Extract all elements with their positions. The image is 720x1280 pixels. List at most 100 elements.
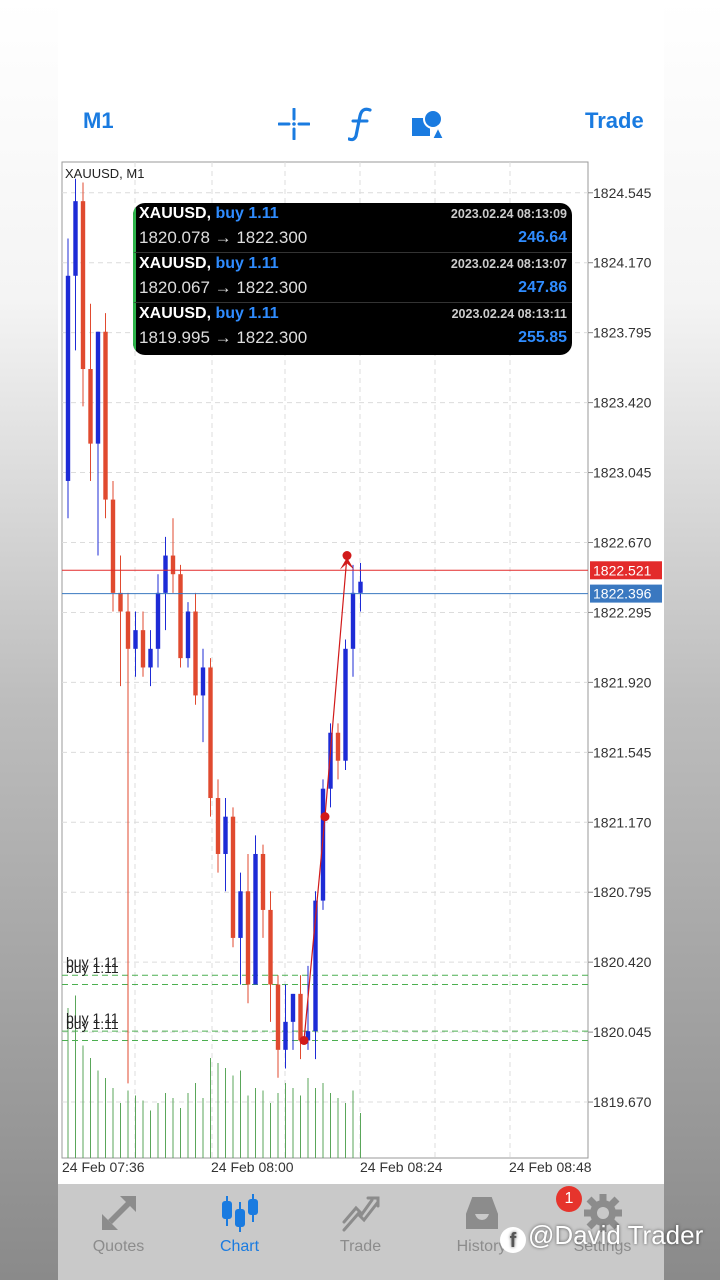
- position-prices: 1819.995 → 1822.300: [139, 328, 308, 347]
- symbol-label: XAUUSD, M1: [65, 166, 144, 181]
- candle-body: [283, 1021, 288, 1050]
- candle-body: [215, 798, 221, 854]
- quotes-icon: [102, 1196, 136, 1230]
- candle-body: [245, 891, 251, 985]
- watermark-text: @David Trader: [528, 1220, 704, 1250]
- price-axis-label: 1820.045: [593, 1024, 652, 1040]
- candle-body: [133, 630, 138, 649]
- tab-label-trade: Trade: [339, 1238, 382, 1255]
- price-axis-label: 1820.420: [593, 954, 652, 970]
- candle-body: [80, 201, 86, 370]
- candle-body: [350, 592, 356, 649]
- tab-label-quotes: Quotes: [92, 1238, 145, 1255]
- candle-body: [103, 331, 108, 500]
- candle-body: [118, 592, 123, 612]
- candle-body: [328, 732, 333, 789]
- time-axis-label: 24 Feb 08:48: [509, 1159, 592, 1175]
- price-axis-label: 1824.170: [593, 255, 652, 271]
- candle-body: [253, 853, 258, 985]
- position-prices: 1820.067 → 1822.300: [139, 278, 308, 297]
- candle-body: [163, 555, 168, 593]
- candle-body: [208, 667, 213, 799]
- position-prices: 1820.078 → 1822.300: [139, 228, 308, 247]
- trade-point: [299, 1035, 309, 1045]
- facebook-icon: f: [500, 1227, 526, 1253]
- tab-trade[interactable]: Trade: [300, 1184, 421, 1280]
- price-axis-label: 1819.670: [593, 1094, 652, 1110]
- candle-body: [335, 732, 341, 761]
- candle-body: [110, 499, 116, 593]
- candle-body: [125, 611, 131, 649]
- candle-body: [148, 648, 153, 668]
- position-time: 2023.02.24 08:13:07: [450, 257, 567, 271]
- price-axis-label: 1823.045: [593, 465, 652, 481]
- candle-body: [155, 592, 161, 649]
- settings-notification-badge: 1: [556, 1186, 582, 1212]
- position-side: buy 1.11: [215, 205, 279, 222]
- chart-icon: [222, 1194, 258, 1232]
- trade-level-label: buy 1.11: [66, 960, 119, 976]
- position-symbol: XAUUSD, buy 1.11: [139, 255, 279, 273]
- position-symbol: XAUUSD, buy 1.11: [139, 205, 279, 223]
- price-chart[interactable]: 1824.545 1824.170 1823.795 1823.420 1823.045…: [0, 0, 720, 1184]
- trade-icon: [342, 1196, 380, 1232]
- position-side: buy 1.11: [215, 255, 279, 272]
- candle-body: [65, 275, 71, 481]
- position-time: 2023.02.24 08:13:09: [450, 207, 567, 221]
- price-axis-label: 1823.420: [593, 395, 652, 411]
- position-profit: 255.85: [518, 329, 567, 346]
- position-symbol-text: XAUUSD,: [139, 305, 212, 322]
- candle-body: [290, 993, 296, 1022]
- position-symbol: XAUUSD, buy 1.11: [139, 305, 279, 323]
- candle-body: [223, 816, 228, 854]
- candle-body: [268, 909, 273, 985]
- position-profit: 247.86: [518, 279, 567, 296]
- trade-level-label: buy 1.11: [66, 1016, 119, 1032]
- candle-body: [320, 788, 326, 901]
- watermark: f @David Trader: [500, 1220, 703, 1253]
- price-axis-label: 1821.545: [593, 744, 652, 760]
- candle-body: [230, 816, 236, 938]
- price-axis-label: 1824.545: [593, 185, 652, 201]
- candle-body: [140, 630, 146, 668]
- candle-body: [95, 331, 101, 444]
- time-axis-label: 24 Feb 07:36: [62, 1159, 145, 1175]
- price-axis-label: 1821.170: [593, 814, 652, 830]
- candle-body: [260, 853, 266, 910]
- position-time: 2023.02.24 08:13:11: [451, 307, 567, 321]
- position-row[interactable]: XAUUSD, buy 1.11 2023.02.24 08:13:07 1820.…: [133, 253, 572, 303]
- trade-point: [320, 812, 330, 822]
- price-axis-label: 1821.920: [593, 674, 652, 690]
- position-row[interactable]: XAUUSD, buy 1.11 2023.02.24 08:13:09 1820.…: [133, 203, 572, 253]
- position-row[interactable]: XAUUSD, buy 1.11 2023.02.24 08:13:11 1819.…: [133, 303, 572, 353]
- candle-body: [73, 201, 78, 276]
- position-symbol-text: XAUUSD,: [139, 255, 212, 272]
- price-axis-label: 1820.795: [593, 884, 652, 900]
- candle-body: [178, 574, 183, 659]
- bid-price-label: 1822.396: [593, 586, 652, 602]
- candle-body: [358, 581, 363, 593]
- candle-body: [170, 555, 176, 575]
- price-axis-label: 1823.795: [593, 325, 652, 341]
- time-axis-label: 24 Feb 08:24: [360, 1159, 443, 1175]
- candle-body: [185, 611, 191, 659]
- tab-label-chart: Chart: [219, 1238, 260, 1255]
- position-profit: 246.64: [518, 229, 567, 246]
- candle-body: [275, 984, 281, 1050]
- candle-body: [200, 667, 206, 696]
- candle-body: [88, 369, 93, 444]
- candle-body: [238, 891, 243, 938]
- price-axis-label: 1822.295: [593, 604, 652, 620]
- tab-quotes[interactable]: Quotes: [58, 1184, 179, 1280]
- position-symbol-text: XAUUSD,: [139, 205, 212, 222]
- candle-body: [193, 611, 198, 696]
- tab-chart[interactable]: Chart: [179, 1184, 300, 1280]
- ask-price-label: 1822.521: [593, 562, 652, 578]
- candle-body: [298, 993, 303, 1041]
- history-icon: [466, 1197, 498, 1229]
- price-axis-label: 1822.670: [593, 534, 652, 550]
- candle-body: [343, 648, 348, 761]
- time-axis-label: 24 Feb 08:00: [211, 1159, 294, 1175]
- open-positions-popup[interactable]: XAUUSD, buy 1.11 2023.02.24 08:13:09 1820.…: [133, 203, 572, 355]
- position-side: buy 1.11: [215, 305, 279, 322]
